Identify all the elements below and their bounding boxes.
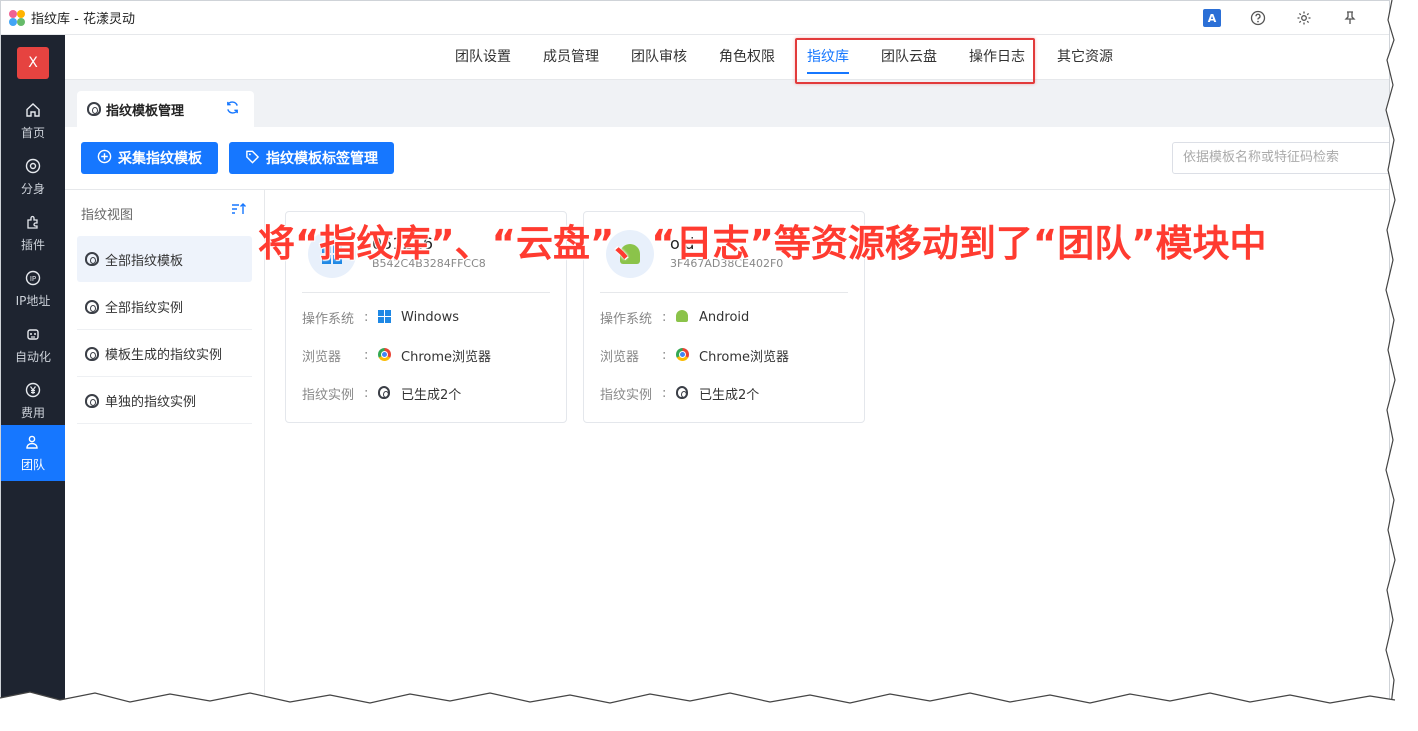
os-label: 操作系统: [302, 311, 355, 327]
svg-text:IP: IP: [30, 275, 36, 283]
browser-label: 浏览器: [600, 349, 640, 365]
torn-edge-right: [1384, 0, 1418, 731]
card-divider: [600, 292, 848, 293]
home-icon: [24, 102, 42, 120]
os-row: 操作系统: Windows: [302, 309, 460, 327]
help-icon[interactable]: [1249, 9, 1267, 27]
sidebar-item-profiles[interactable]: 分身: [1, 149, 65, 205]
fingerprint-icon: [87, 102, 101, 116]
gear-icon[interactable]: [1295, 9, 1313, 27]
view-item-label: 模板生成的指纹实例: [105, 348, 223, 363]
chrome-icon: [676, 348, 689, 361]
title-bar: 指纹库 - 花漾灵动 A: [1, 1, 1389, 35]
sort-icon[interactable]: [231, 202, 247, 220]
sidebar-item-team[interactable]: 团队: [1, 425, 65, 481]
collect-template-button[interactable]: 采集指纹模板: [81, 142, 218, 174]
brand-logo[interactable]: X: [17, 47, 49, 79]
sidebar-item-label: 插件: [20, 237, 45, 252]
browser-row: 浏览器: Chrome浏览器: [600, 347, 789, 365]
fingerprint-icon: [85, 393, 99, 408]
page-tab-label: 指纹模板管理: [106, 103, 185, 119]
sidebar-item-billing[interactable]: 费用: [1, 373, 65, 429]
chrome-icon: [378, 348, 391, 361]
tag-icon: [245, 149, 260, 168]
os-row: 操作系统: Android: [600, 309, 750, 327]
torn-edge-bottom: [0, 691, 1418, 731]
team-top-nav: 团队设置 成员管理 团队审核 角色权限 指纹库 团队云盘 操作日志 其它资源: [65, 35, 1389, 80]
browser-value: Chrome浏览器: [699, 349, 789, 365]
fingerprint-icon: [85, 346, 99, 361]
tab-team-review[interactable]: 团队审核: [631, 35, 687, 80]
fingerprint-icon: [676, 386, 688, 399]
tab-role-permissions[interactable]: 角色权限: [719, 35, 775, 80]
sidebar-item-ip[interactable]: IP IP地址: [1, 261, 65, 317]
view-standalone-instances[interactable]: 单独的指纹实例: [77, 378, 252, 424]
instance-value: 已生成2个: [401, 387, 462, 403]
tab-member-management[interactable]: 成员管理: [543, 35, 599, 80]
search-input[interactable]: 依据模板名称或特征码检索: [1172, 142, 1389, 174]
view-all-templates[interactable]: 全部指纹模板: [77, 236, 252, 282]
sidebar-item-plugins[interactable]: 插件: [1, 205, 65, 261]
fingerprint-icon: [85, 252, 99, 266]
template-tag-management-label: 指纹模板标签管理: [266, 151, 378, 167]
tabs-highlight-box: [795, 38, 1035, 84]
sidebar-item-label: IP地址: [15, 293, 51, 308]
collect-template-label: 采集指纹模板: [118, 151, 202, 167]
sidebar-item-label: 首页: [20, 125, 45, 140]
sidebar-item-label: 团队: [20, 457, 45, 472]
pin-icon[interactable]: [1341, 9, 1359, 27]
instance-label: 指纹实例: [600, 387, 653, 403]
robot-icon: [24, 326, 42, 344]
plus-circle-icon: [97, 149, 112, 168]
view-item-label: 单独的指纹实例: [105, 395, 197, 410]
fingerprint-view-title: 指纹视图: [81, 208, 134, 223]
browser-value: Chrome浏览器: [401, 349, 491, 365]
refresh-icon[interactable]: [225, 100, 240, 119]
yen-icon: [24, 382, 42, 400]
sidebar: X 首页 分身 插件 IP IP地址 自动化 费用 团队: [1, 35, 65, 711]
instance-value: 已生成2个: [699, 387, 760, 403]
sidebar-item-label: 自动化: [14, 349, 51, 364]
view-template-generated-instances[interactable]: 模板生成的指纹实例: [77, 331, 252, 377]
view-item-label: 全部指纹模板: [105, 253, 184, 269]
android-icon: [676, 310, 688, 322]
annotation-text: 将“指纹库”、“云盘”、“日志”等资源移动到了“团队”模块中: [258, 222, 1267, 265]
window-title: 指纹库 - 花漾灵动: [31, 12, 135, 27]
ip-icon: IP: [24, 270, 42, 288]
sidebar-item-automation[interactable]: 自动化: [1, 317, 65, 373]
instance-label: 指纹实例: [302, 387, 355, 403]
fingerprint-icon: [378, 386, 390, 399]
translate-icon[interactable]: A: [1203, 9, 1221, 27]
app-window: 指纹库 - 花漾灵动 A X 首页 分身 插件 IP IP地址 自动化 费用 团…: [0, 0, 1390, 712]
instance-row: 指纹实例: 已生成2个: [302, 385, 462, 403]
template-tag-management-button[interactable]: 指纹模板标签管理: [229, 142, 394, 174]
sidebar-item-label: 费用: [20, 405, 45, 420]
tab-other-resources[interactable]: 其它资源: [1057, 35, 1113, 80]
os-value: Android: [699, 309, 750, 325]
toolbar: 采集指纹模板 指纹模板标签管理 依据模板名称或特征码检索: [65, 127, 1389, 190]
app-logo-icon: [9, 9, 25, 26]
fingerprint-icon: [85, 299, 99, 314]
chrome-like-icon: [24, 158, 42, 176]
card-divider: [302, 292, 550, 293]
os-label: 操作系统: [600, 311, 653, 327]
content-area: 指纹模板管理 采集指纹模板 指纹模板标签管理 依据模板名称或特征码检索 指纹视图…: [65, 80, 1389, 711]
page-tab-fingerprint-templates[interactable]: 指纹模板管理: [77, 91, 254, 127]
view-item-label: 全部指纹实例: [105, 301, 184, 316]
tab-team-settings[interactable]: 团队设置: [455, 35, 511, 80]
instance-row: 指纹实例: 已生成2个: [600, 385, 760, 403]
fingerprint-view-panel: 指纹视图 全部指纹模板 全部指纹实例 模板生成的指纹实例 单独的指纹实例: [65, 190, 265, 711]
os-value: Windows: [401, 309, 460, 325]
windows-icon: [378, 310, 391, 323]
view-all-instances[interactable]: 全部指纹实例: [77, 284, 252, 330]
puzzle-icon: [24, 214, 42, 232]
browser-row: 浏览器: Chrome浏览器: [302, 347, 491, 365]
browser-label: 浏览器: [302, 349, 342, 365]
team-icon: [24, 434, 42, 452]
sidebar-item-label: 分身: [20, 181, 45, 196]
sidebar-item-home[interactable]: 首页: [1, 93, 65, 149]
